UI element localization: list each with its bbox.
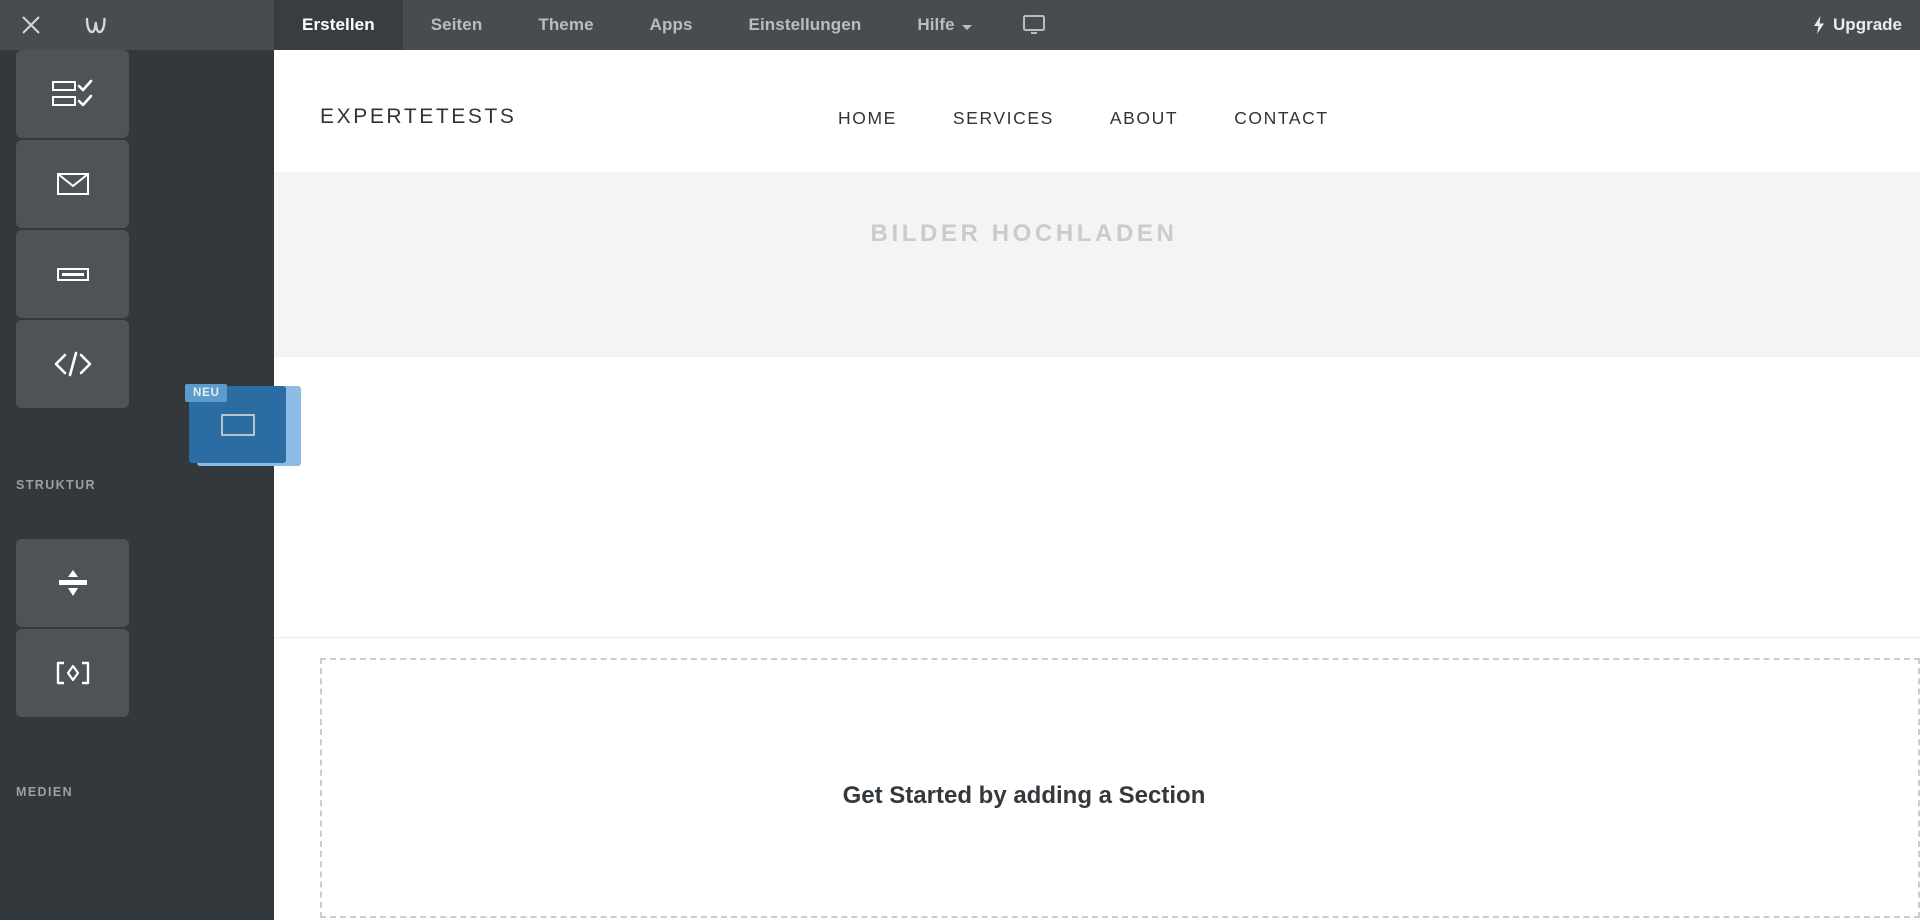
content-band [274, 357, 1920, 637]
survey-icon [51, 79, 92, 107]
lightning-bolt-icon [1814, 16, 1825, 34]
site-header: EXPERTETESTS HOME SERVICES ABOUT CONTACT [274, 50, 1920, 172]
chevron-down-icon [961, 24, 972, 30]
button-icon [56, 268, 89, 281]
close-icon [22, 16, 40, 34]
close-editor-button[interactable] [0, 0, 62, 50]
sidebar-group-label-struktur: STRUKTUR [16, 478, 96, 492]
elements-sidebar: STRUKTUR MEDIEN [0, 50, 274, 920]
tab-hilfe[interactable]: Hilfe [889, 0, 999, 50]
tab-erstellen[interactable]: Erstellen [274, 0, 403, 50]
top-toolbar: Erstellen Seiten Theme Apps Einstellunge… [0, 0, 1920, 50]
hero-upload-text: BILDER HOCHLADEN [870, 220, 1178, 247]
tab-apps[interactable]: Apps [622, 0, 721, 50]
element-spacer[interactable] [16, 539, 129, 627]
element-embed-code[interactable] [16, 320, 129, 408]
tab-einstellungen[interactable]: Einstellungen [721, 0, 890, 50]
tab-einstellungen-label: Einstellungen [748, 15, 862, 34]
section-placeholder-title: Get Started by adding a Section [842, 782, 1206, 809]
weebly-logo-button[interactable] [62, 0, 134, 50]
device-preview-selector[interactable] [1000, 0, 1075, 50]
weebly-editor: Erstellen Seiten Theme Apps Einstellunge… [0, 0, 1920, 920]
main-nav: Erstellen Seiten Theme Apps Einstellunge… [274, 0, 1075, 50]
tab-erstellen-label: Erstellen [302, 15, 375, 34]
site-nav-about[interactable]: ABOUT [1082, 108, 1206, 129]
section-drop-placeholder[interactable]: Get Started by adding a Section [320, 658, 1920, 918]
section-rect-icon [220, 413, 255, 436]
envelope-icon [56, 173, 89, 195]
tab-seiten-label: Seiten [430, 15, 483, 34]
tab-seiten[interactable]: Seiten [403, 0, 511, 50]
element-survey[interactable] [16, 50, 129, 138]
embed-code-icon [54, 351, 91, 377]
spacer-icon [58, 570, 87, 596]
upgrade-label: Upgrade [1833, 15, 1902, 34]
site-canvas: EXPERTETESTS HOME SERVICES ABOUT CONTACT… [274, 50, 1920, 920]
element-divider[interactable] [16, 629, 129, 717]
site-nav-contact[interactable]: CONTACT [1206, 108, 1356, 129]
site-nav: HOME SERVICES ABOUT CONTACT [810, 108, 1357, 129]
site-nav-services[interactable]: SERVICES [925, 108, 1082, 129]
site-logo[interactable]: EXPERTETESTS [320, 105, 517, 129]
tab-theme[interactable]: Theme [510, 0, 621, 50]
tab-apps-label: Apps [649, 15, 693, 34]
neu-badge: NEU [185, 384, 227, 402]
divider-icon [56, 661, 89, 685]
drag-ghost-section[interactable]: NEU [185, 384, 301, 466]
band-divider [274, 637, 1920, 638]
hero-band[interactable] [274, 172, 1920, 357]
tab-theme-label: Theme [538, 15, 594, 34]
monitor-icon [1022, 15, 1045, 34]
upgrade-button[interactable]: Upgrade [1802, 15, 1920, 35]
toolbar-right: Upgrade [1802, 0, 1920, 50]
sidebar-group-label-medien: MEDIEN [16, 785, 74, 799]
element-button[interactable] [16, 230, 129, 318]
weebly-logo-icon [85, 17, 106, 34]
tab-hilfe-label: Hilfe [917, 15, 955, 34]
site-nav-home[interactable]: HOME [810, 108, 925, 129]
element-contact-form[interactable] [16, 140, 129, 228]
